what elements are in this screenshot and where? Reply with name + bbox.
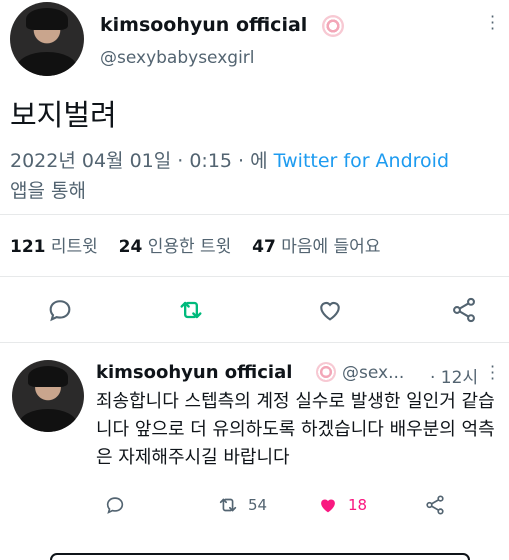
like-button[interactable] [316, 296, 344, 324]
client-link[interactable]: Twitter for Android [274, 150, 449, 172]
retweets-label[interactable]: 리트윗 [51, 237, 98, 257]
quotes-label[interactable]: 인용한 트윗 [148, 237, 232, 257]
tweet-meta: 2022년 04월 01일 · 0:15 · 에 Twitter for And… [10, 146, 505, 206]
retweet-button[interactable] [176, 296, 206, 324]
divider [0, 214, 509, 215]
likes-count[interactable]: 47 [252, 237, 276, 257]
reply-icon [49, 300, 71, 322]
reply-time[interactable]: · 12시 [430, 363, 478, 388]
heart-icon [320, 301, 340, 321]
verified-badge-icon [316, 362, 336, 382]
avatar-shirt [17, 52, 77, 76]
user-handle[interactable]: @sexybabysexgirl [100, 48, 255, 68]
reply-handle[interactable]: @sex... [342, 363, 404, 383]
reply-text: 죄송합니다 스텝측의 계정 실수로 발생한 일인거 같습니다 앞으로 더 유의하… [96, 391, 495, 468]
quotes-count[interactable]: 24 [119, 237, 143, 257]
bottom-bar [50, 553, 470, 560]
share-icon [426, 495, 444, 515]
tweet-text: 보지벌려 [10, 98, 117, 132]
more-icon[interactable]: · · · [490, 9, 495, 37]
reply-share-button[interactable] [424, 494, 446, 516]
reply-like-button[interactable]: 18 [316, 494, 367, 516]
divider [0, 342, 509, 343]
share-button[interactable] [450, 296, 478, 324]
avatar[interactable] [12, 360, 84, 432]
more-icon[interactable]: · · · [490, 359, 495, 387]
share-icon [453, 297, 475, 323]
divider [0, 276, 509, 277]
reply-button[interactable] [46, 296, 74, 324]
reply-retweet-count: 54 [248, 496, 268, 514]
avatar-shirt [19, 408, 77, 432]
client-suffix: 앱을 통해 [10, 180, 86, 202]
reply-retweet-button[interactable]: 54 [216, 494, 267, 516]
likes-label[interactable]: 마음에 들어요 [281, 237, 380, 257]
avatar[interactable] [10, 2, 84, 76]
avatar-hair [27, 365, 69, 388]
reply-display-name[interactable]: kimsoohyun official [96, 362, 292, 383]
verified-badge-icon [322, 15, 344, 37]
retweet-icon [219, 498, 237, 512]
reply-like-count: 18 [348, 496, 368, 514]
timestamp[interactable]: 2022년 04월 01일 · 0:15 · 에 [10, 150, 268, 172]
display-name[interactable]: kimsoohyun official [100, 14, 307, 36]
avatar-hair [26, 7, 68, 31]
retweet-icon [180, 301, 202, 319]
reply-reply-button[interactable] [104, 494, 126, 516]
heart-icon [321, 499, 335, 513]
tweet-stats: 121 리트윗 24 인용한 트윗 47 마음에 들어요 [10, 232, 380, 257]
retweets-count[interactable]: 121 [10, 237, 46, 257]
reply-icon [106, 497, 124, 514]
